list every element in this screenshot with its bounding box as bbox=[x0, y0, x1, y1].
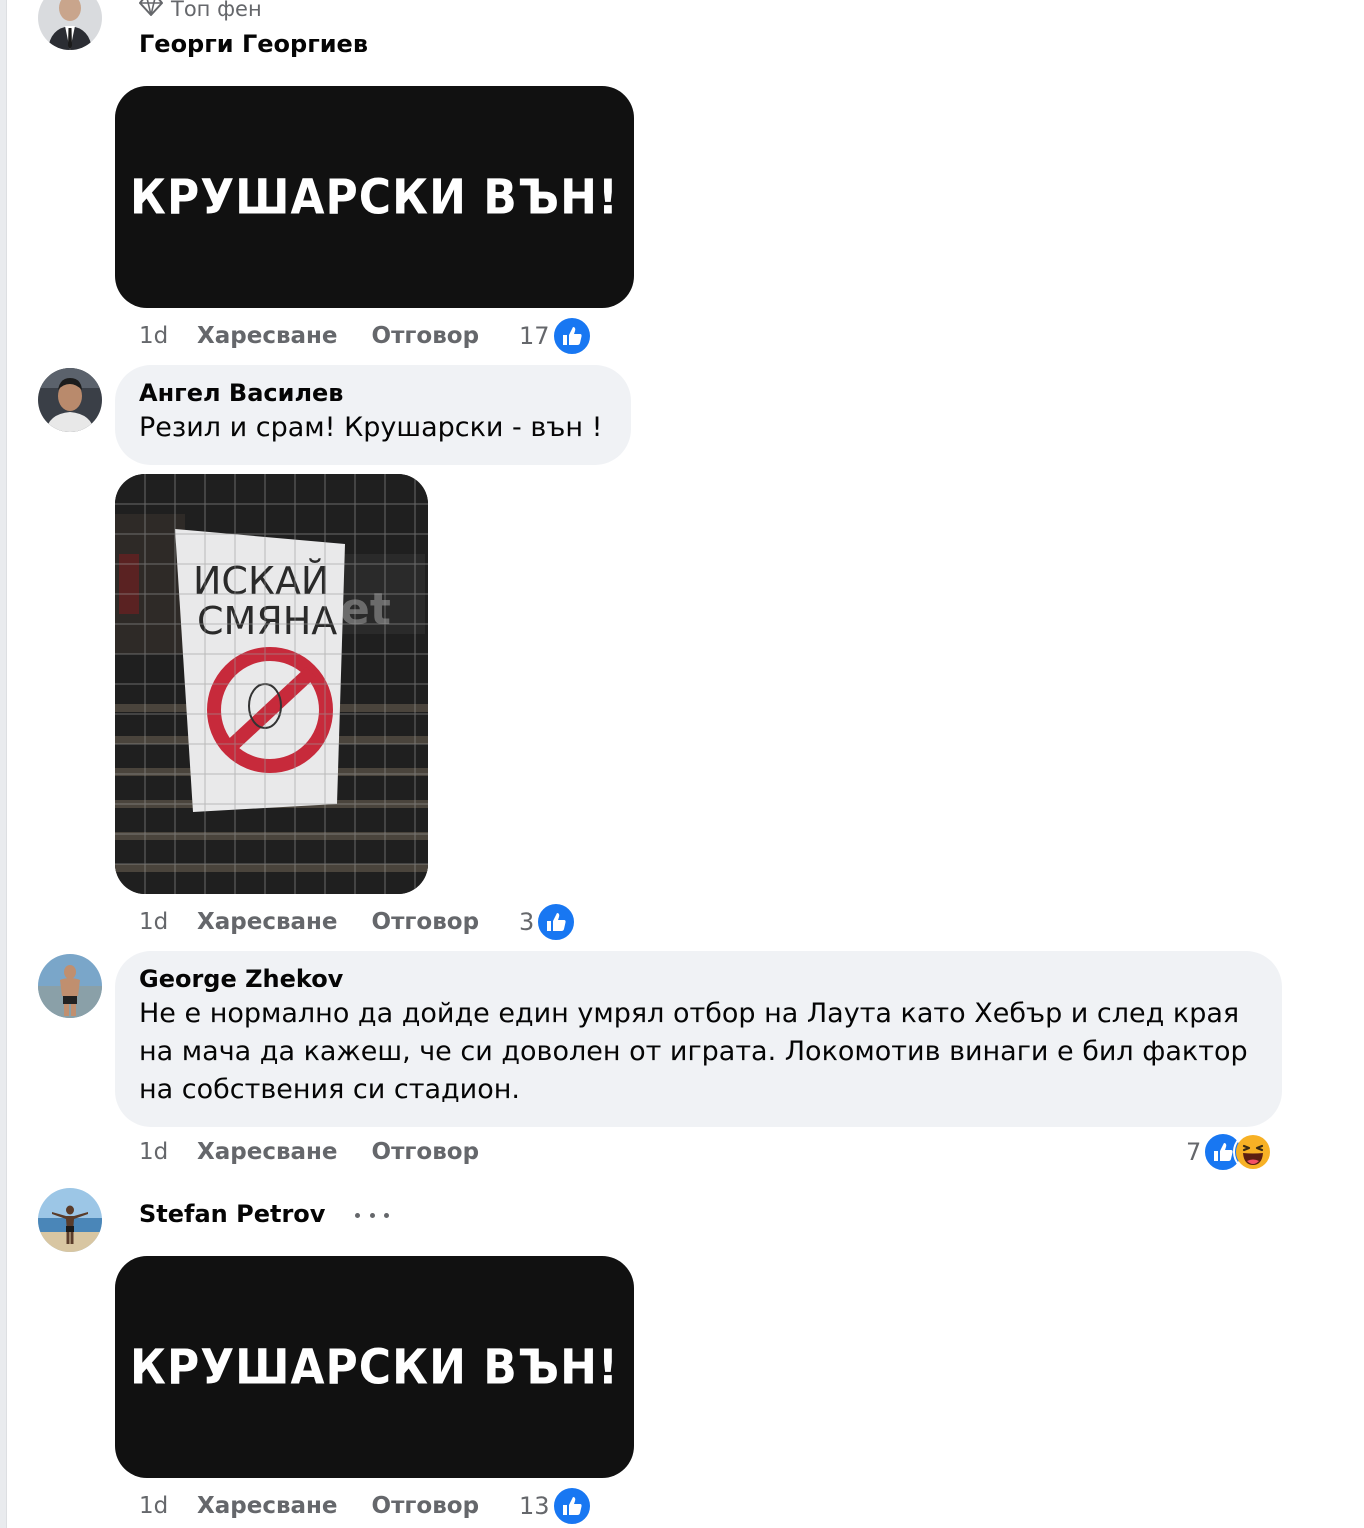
reply-button[interactable]: Отговор bbox=[372, 909, 480, 935]
top-fan-badge: Топ фен bbox=[139, 0, 262, 21]
reply-button[interactable]: Отговор bbox=[372, 323, 480, 349]
comment-photo[interactable]: et ИСКАЙ СМЯНА bbox=[115, 474, 428, 894]
reactions-count: 17 bbox=[519, 322, 550, 350]
more-options-icon[interactable] bbox=[355, 1203, 389, 1227]
reactions-summary[interactable]: 3 bbox=[519, 902, 577, 942]
like-button[interactable]: Харесване bbox=[197, 909, 338, 935]
diamond-icon bbox=[139, 0, 163, 21]
like-button[interactable]: Харесване bbox=[197, 323, 338, 349]
reactions-summary[interactable]: 13 bbox=[519, 1486, 592, 1526]
avatar-stefan[interactable] bbox=[38, 1188, 102, 1252]
avatar-georgi[interactable] bbox=[38, 0, 102, 50]
reactions-count: 7 bbox=[1186, 1138, 1202, 1166]
reactions-count: 13 bbox=[519, 1492, 550, 1520]
image-caption: КРУШАРСКИ ВЪН! bbox=[130, 1338, 619, 1396]
svg-text:ИСКАЙ: ИСКАЙ bbox=[193, 559, 329, 603]
badge-label: Топ фен bbox=[171, 0, 262, 21]
comment-actions: 1d Харесване Отговор bbox=[139, 1134, 513, 1170]
reactions-summary[interactable]: 7 bbox=[1186, 1132, 1274, 1172]
like-icon bbox=[536, 902, 577, 942]
comment-actions: 1d Харесване Отговор bbox=[139, 1488, 513, 1524]
like-button[interactable]: Харесване bbox=[197, 1493, 338, 1519]
like-icon bbox=[551, 316, 592, 356]
comment-actions: 1d Харесване Отговор bbox=[139, 318, 513, 354]
avatar-george[interactable] bbox=[38, 954, 102, 1018]
comment-text: Не е нормално да дойде един умрял отбор … bbox=[139, 998, 1248, 1105]
haha-icon bbox=[1233, 1132, 1274, 1172]
comment-bubble: Ангел Василев Резил и срам! Крушарски - … bbox=[115, 365, 631, 465]
reactions-summary[interactable]: 17 bbox=[519, 316, 592, 356]
reply-button[interactable]: Отговор bbox=[372, 1139, 480, 1165]
like-button[interactable]: Харесване bbox=[197, 1139, 338, 1165]
comment-time[interactable]: 1d bbox=[139, 1493, 197, 1519]
comment-author[interactable]: Ангел Василев bbox=[139, 379, 607, 407]
comment-author[interactable]: Георги Георгиев bbox=[139, 30, 368, 58]
avatar-angel[interactable] bbox=[38, 368, 102, 432]
svg-text:СМЯНА: СМЯНА bbox=[197, 599, 337, 643]
comment-actions: 1d Харесване Отговор bbox=[139, 904, 513, 940]
like-icon bbox=[551, 1486, 592, 1526]
reply-button[interactable]: Отговор bbox=[372, 1493, 480, 1519]
comment-author[interactable]: George Zhekov bbox=[139, 965, 1258, 993]
image-caption: КРУШАРСКИ ВЪН! bbox=[130, 168, 619, 226]
comment-image[interactable]: КРУШАРСКИ ВЪН! bbox=[115, 86, 634, 308]
comment-time[interactable]: 1d bbox=[139, 1139, 197, 1165]
comment-image[interactable]: КРУШАРСКИ ВЪН! bbox=[115, 1256, 634, 1478]
comment-bubble: George Zhekov Не е нормално да дойде еди… bbox=[115, 951, 1282, 1127]
comment-author[interactable]: Stefan Petrov bbox=[139, 1200, 325, 1228]
comment-time[interactable]: 1d bbox=[139, 323, 197, 349]
reactions-count: 3 bbox=[519, 908, 535, 936]
left-border bbox=[0, 0, 7, 1528]
comment-time[interactable]: 1d bbox=[139, 909, 197, 935]
comment-text: Резил и срам! Крушарски - вън ! bbox=[139, 412, 603, 443]
svg-text:et: et bbox=[340, 584, 391, 635]
